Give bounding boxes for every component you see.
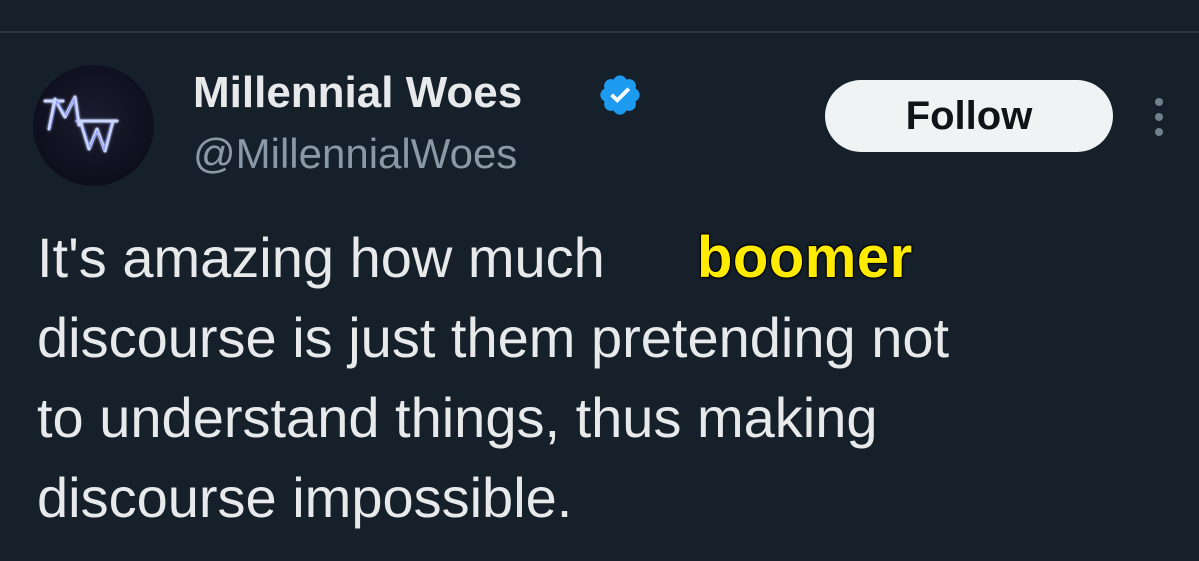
top-divider [0, 31, 1199, 33]
display-name[interactable]: Millennial Woes [193, 66, 522, 120]
tweet-text: It's amazing how much discourse is just … [37, 218, 1177, 538]
tweet-text-line: to understand things, thus making [37, 386, 878, 449]
follow-button[interactable]: Follow [825, 80, 1113, 152]
avatar-logo [43, 95, 119, 153]
overlay-caption-word: boomer [696, 225, 913, 291]
author-handle[interactable]: @MillennialWoes [193, 127, 517, 181]
tweet-text-line: discourse is just them pretending not [37, 306, 950, 369]
tweet-text-line: discourse impossible. [37, 466, 573, 529]
tweet-text-line: It's amazing how much [37, 226, 605, 289]
avatar[interactable] [33, 65, 154, 186]
verified-badge-icon [600, 75, 640, 115]
more-options-icon[interactable] [1146, 96, 1172, 138]
